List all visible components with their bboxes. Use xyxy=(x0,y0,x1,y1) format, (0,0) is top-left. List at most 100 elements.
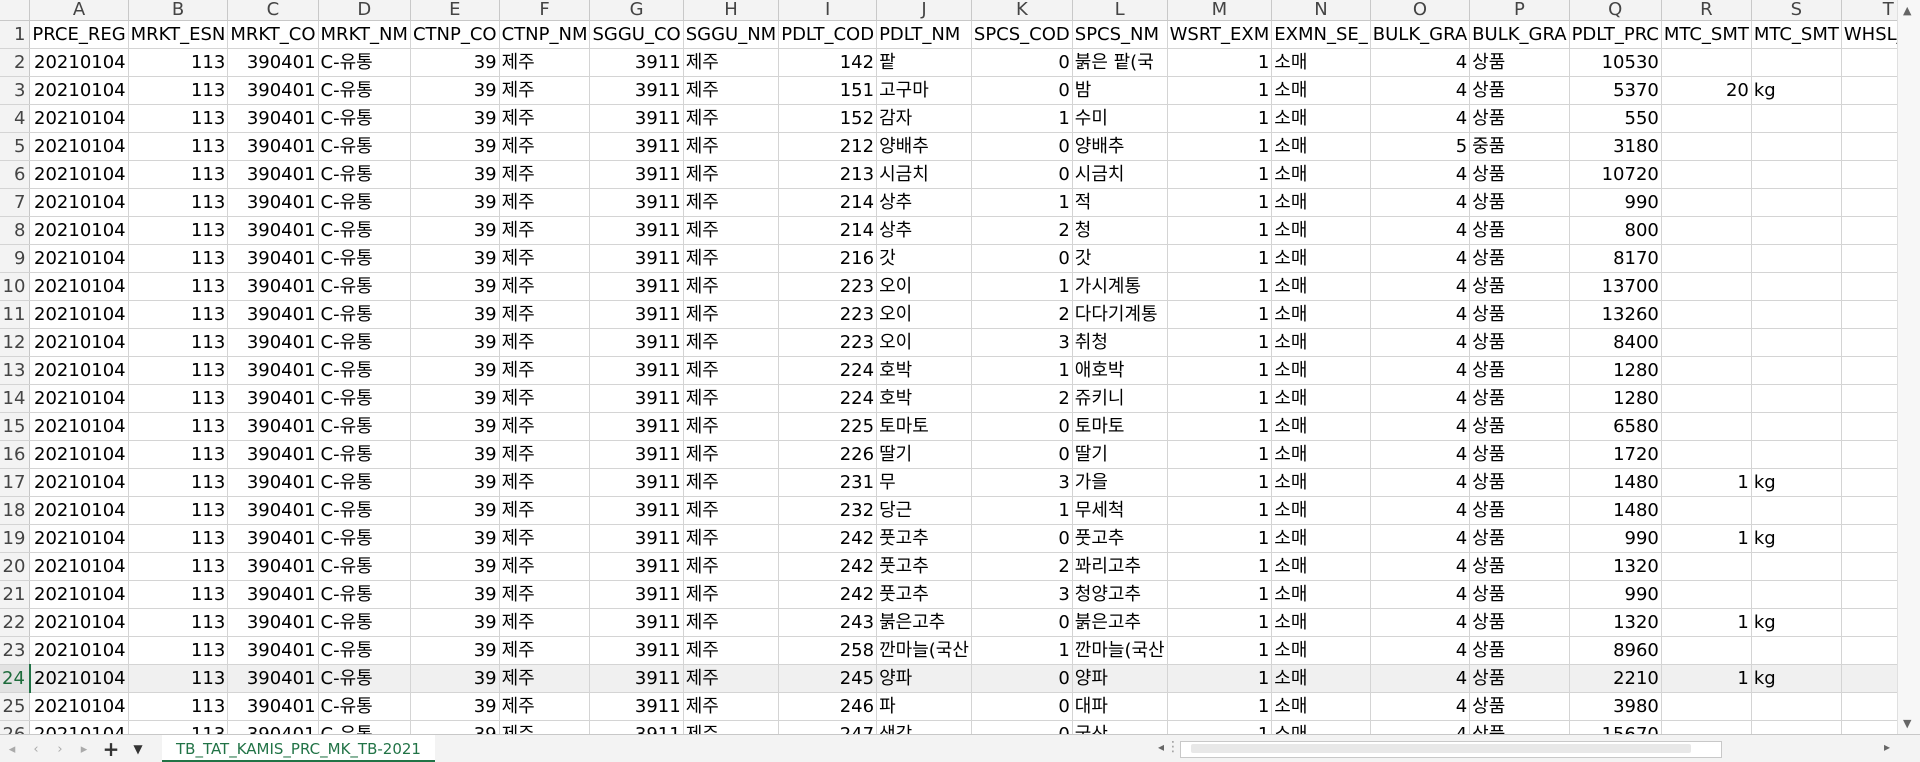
table-cell[interactable]: 2 xyxy=(971,552,1073,581)
table-cell[interactable]: 39 xyxy=(410,384,500,413)
table-cell[interactable] xyxy=(1751,496,1842,525)
table-cell[interactable]: 소매 xyxy=(1271,552,1371,581)
table-cell[interactable]: 39 xyxy=(410,692,500,721)
row-header[interactable]: 12 xyxy=(0,328,31,357)
table-cell[interactable]: 39 xyxy=(410,468,500,497)
table-cell[interactable]: C-유통 xyxy=(318,384,411,413)
row-header[interactable]: 11 xyxy=(0,300,31,329)
column-header-e[interactable]: E xyxy=(410,0,500,21)
column-header-c[interactable]: C xyxy=(227,0,319,21)
table-cell[interactable]: 390401 xyxy=(227,524,319,553)
table-cell[interactable]: 4 xyxy=(1370,440,1471,469)
column-header-r[interactable]: R xyxy=(1661,0,1752,21)
table-cell[interactable]: 제주 xyxy=(499,132,591,161)
table-cell[interactable]: 1320 xyxy=(1569,552,1662,581)
table-cell[interactable]: 상품 xyxy=(1469,328,1570,357)
table-cell[interactable]: 제주 xyxy=(683,440,780,469)
table-cell[interactable]: 20210104 xyxy=(29,412,129,441)
table-cell[interactable]: 390401 xyxy=(227,468,319,497)
table-cell[interactable]: C-유통 xyxy=(318,300,411,329)
table-cell[interactable]: 3911 xyxy=(589,76,684,105)
table-cell[interactable]: 1 xyxy=(1167,468,1273,497)
row-header[interactable]: 21 xyxy=(0,580,31,609)
table-cell[interactable] xyxy=(1661,384,1752,413)
table-cell[interactable]: 소매 xyxy=(1271,104,1371,133)
table-cell[interactable]: 20210104 xyxy=(29,692,129,721)
column-header-o[interactable]: O xyxy=(1370,0,1471,21)
table-cell[interactable]: 214 xyxy=(778,216,878,245)
table-cell[interactable]: 1 xyxy=(971,272,1073,301)
table-cell[interactable]: kg xyxy=(1751,664,1842,693)
table-cell[interactable]: 3911 xyxy=(589,272,684,301)
table-cell[interactable]: 4 xyxy=(1370,468,1471,497)
table-cell[interactable]: 113 xyxy=(128,440,229,469)
table-cell[interactable]: 20210104 xyxy=(29,160,129,189)
table-cell[interactable] xyxy=(1751,720,1842,734)
table-cell[interactable]: 애호박 xyxy=(1072,356,1168,385)
table-cell[interactable]: 113 xyxy=(128,384,229,413)
table-cell[interactable]: 소매 xyxy=(1271,412,1371,441)
table-cell[interactable]: 39 xyxy=(410,300,500,329)
table-cell[interactable]: 3911 xyxy=(589,132,684,161)
table-cell[interactable]: 0 xyxy=(971,692,1073,721)
table-cell[interactable]: 제주 xyxy=(683,272,780,301)
table-cell[interactable] xyxy=(1661,496,1752,525)
table-cell[interactable]: 소매 xyxy=(1271,692,1371,721)
table-cell[interactable]: 제주 xyxy=(499,440,591,469)
table-cell[interactable] xyxy=(1661,188,1752,217)
table-cell[interactable]: C-유통 xyxy=(318,356,411,385)
table-cell[interactable]: 5370 xyxy=(1569,76,1662,105)
table-cell[interactable]: 소매 xyxy=(1271,524,1371,553)
table-cell[interactable]: 소매 xyxy=(1271,496,1371,525)
table-cell[interactable]: 제주 xyxy=(683,48,780,77)
table-cell[interactable]: 1 xyxy=(1167,552,1273,581)
table-cell[interactable]: 제주 xyxy=(683,608,780,637)
table-cell[interactable]: 제주 xyxy=(683,412,780,441)
table-cell[interactable]: 226 xyxy=(778,440,878,469)
table-cell[interactable]: 3911 xyxy=(589,244,684,273)
table-cell[interactable]: C-유통 xyxy=(318,524,411,553)
table-cell[interactable]: 4 xyxy=(1370,496,1471,525)
table-cell[interactable]: 제주 xyxy=(683,328,780,357)
header-cell[interactable]: WSRT_EXM xyxy=(1167,20,1273,49)
table-cell[interactable] xyxy=(1751,160,1842,189)
row-header[interactable]: 10 xyxy=(0,272,31,301)
table-cell[interactable]: 1 xyxy=(1167,580,1273,609)
table-cell[interactable]: 상품 xyxy=(1469,188,1570,217)
table-cell[interactable]: 39 xyxy=(410,188,500,217)
table-cell[interactable]: 4 xyxy=(1370,692,1471,721)
table-cell[interactable]: 223 xyxy=(778,328,878,357)
table-cell[interactable]: 딸기 xyxy=(876,440,972,469)
tab-splitter-handle[interactable]: ⋮ xyxy=(1166,739,1180,755)
table-cell[interactable] xyxy=(1661,244,1752,273)
table-cell[interactable]: 39 xyxy=(410,328,500,357)
table-cell[interactable]: 390401 xyxy=(227,76,319,105)
table-cell[interactable]: 오이 xyxy=(876,300,972,329)
table-cell[interactable]: 1 xyxy=(971,636,1073,665)
table-cell[interactable]: 1 xyxy=(971,104,1073,133)
table-cell[interactable]: 20210104 xyxy=(29,356,129,385)
row-header[interactable]: 9 xyxy=(0,244,31,273)
table-cell[interactable]: 붉은고추 xyxy=(1072,608,1168,637)
table-cell[interactable]: 상품 xyxy=(1469,412,1570,441)
table-cell[interactable]: 3911 xyxy=(589,692,684,721)
header-cell[interactable]: PRCE_REG xyxy=(29,20,129,49)
table-cell[interactable]: 242 xyxy=(778,552,878,581)
table-cell[interactable]: 제주 xyxy=(683,104,780,133)
table-cell[interactable]: 제주 xyxy=(499,328,591,357)
table-cell[interactable]: 113 xyxy=(128,48,229,77)
table-cell[interactable]: 고구마 xyxy=(876,76,972,105)
table-cell[interactable]: 1280 xyxy=(1569,356,1662,385)
table-cell[interactable]: 390401 xyxy=(227,272,319,301)
table-cell[interactable]: 상품 xyxy=(1469,468,1570,497)
column-header-b[interactable]: B xyxy=(128,0,229,21)
table-cell[interactable]: 113 xyxy=(128,496,229,525)
table-cell[interactable]: 상품 xyxy=(1469,580,1570,609)
table-cell[interactable]: 390401 xyxy=(227,412,319,441)
table-cell[interactable]: 소매 xyxy=(1271,636,1371,665)
table-cell[interactable]: 소매 xyxy=(1271,356,1371,385)
scroll-down-arrow-icon[interactable]: ▼ xyxy=(1903,717,1911,730)
table-cell[interactable] xyxy=(1661,636,1752,665)
table-cell[interactable]: 생강 xyxy=(876,720,972,734)
table-cell[interactable]: 4 xyxy=(1370,356,1471,385)
